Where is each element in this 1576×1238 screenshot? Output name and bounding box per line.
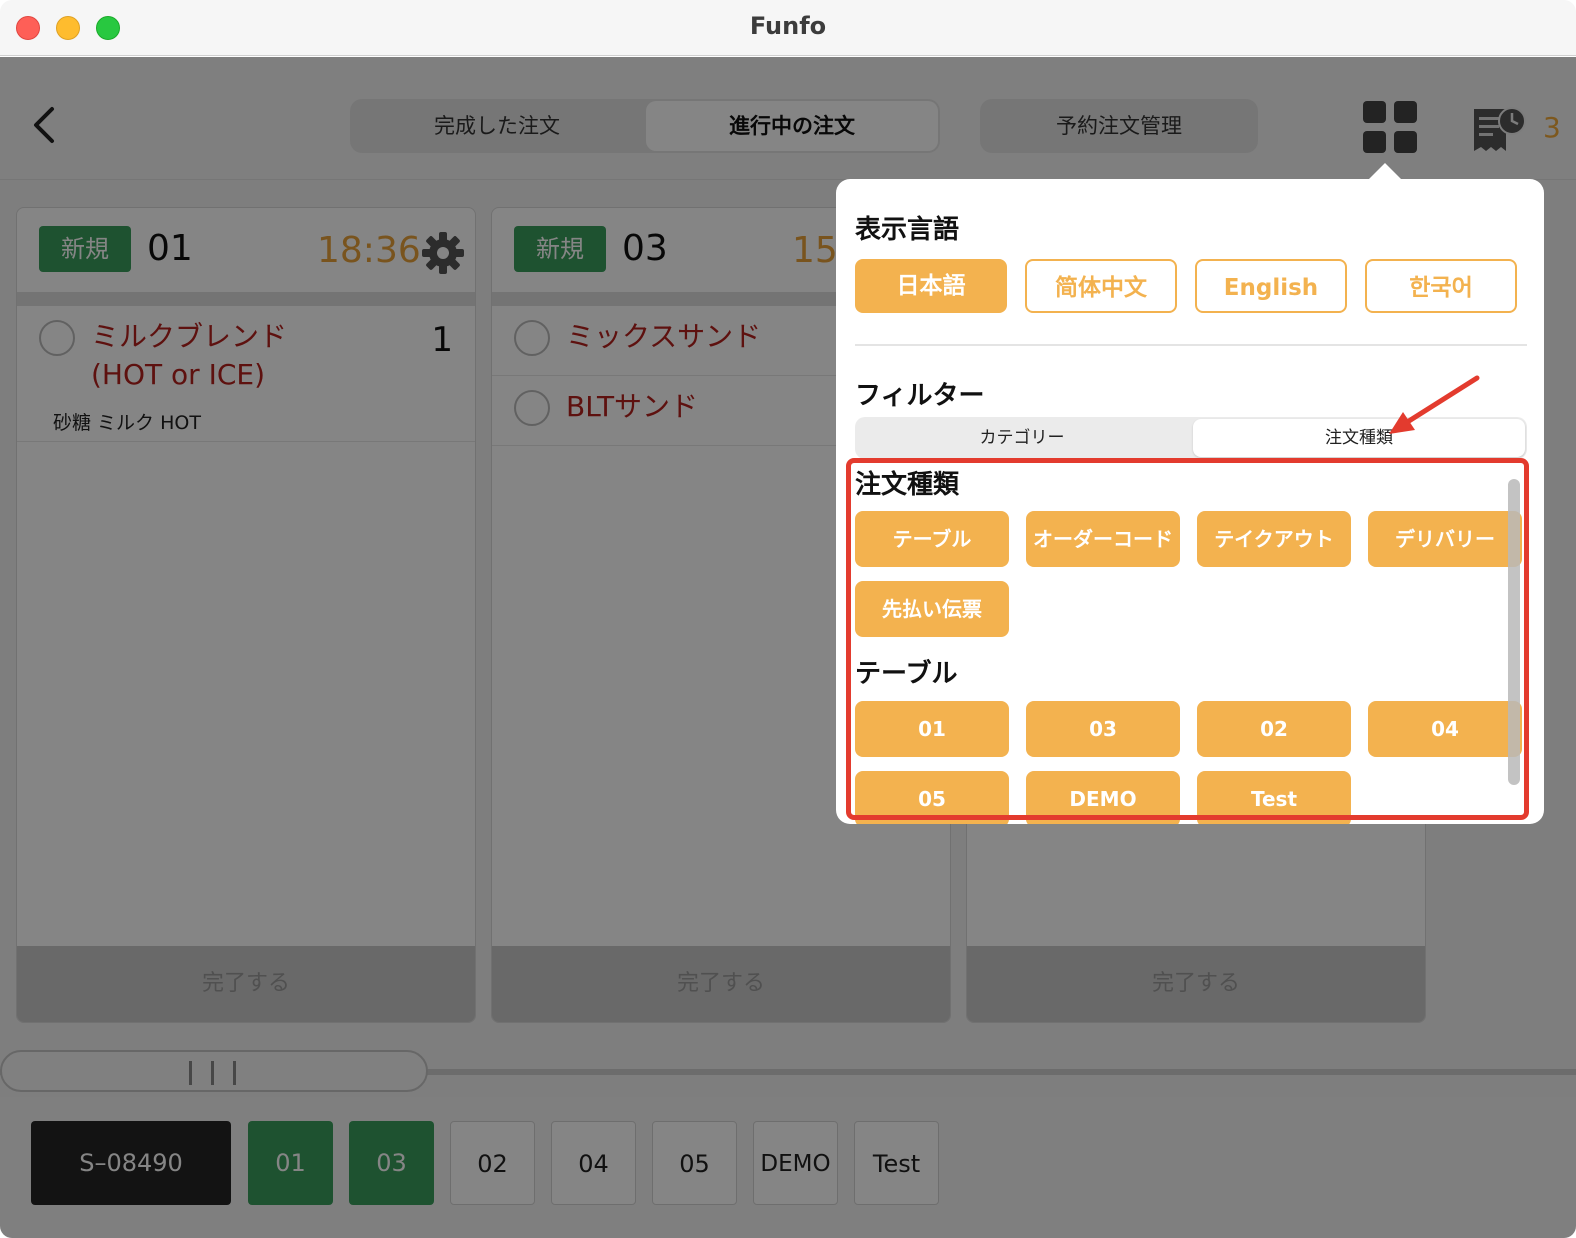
app-window: Funfo 完成した注文 進行中の注文 予約注文管理 3 新規 01 18:36… (0, 0, 1576, 1238)
window-title: Funfo (749, 12, 827, 40)
language-korean-button[interactable]: 한국어 (1365, 259, 1517, 313)
language-section-title: 表示言語 (855, 215, 960, 245)
language-japanese-button[interactable]: 日本語 (855, 259, 1007, 313)
language-english-button[interactable]: English (1195, 259, 1347, 313)
annotation-arrow-icon (1389, 375, 1480, 434)
language-chinese-button[interactable]: 简体中文 (1025, 259, 1177, 313)
filter-tab-category[interactable]: カテゴリー (855, 417, 1189, 459)
section-divider (855, 344, 1527, 346)
filter-section-title: フィルター (855, 381, 985, 411)
title-bar: Funfo (0, 0, 1576, 56)
annotation-highlight-box (846, 458, 1529, 820)
